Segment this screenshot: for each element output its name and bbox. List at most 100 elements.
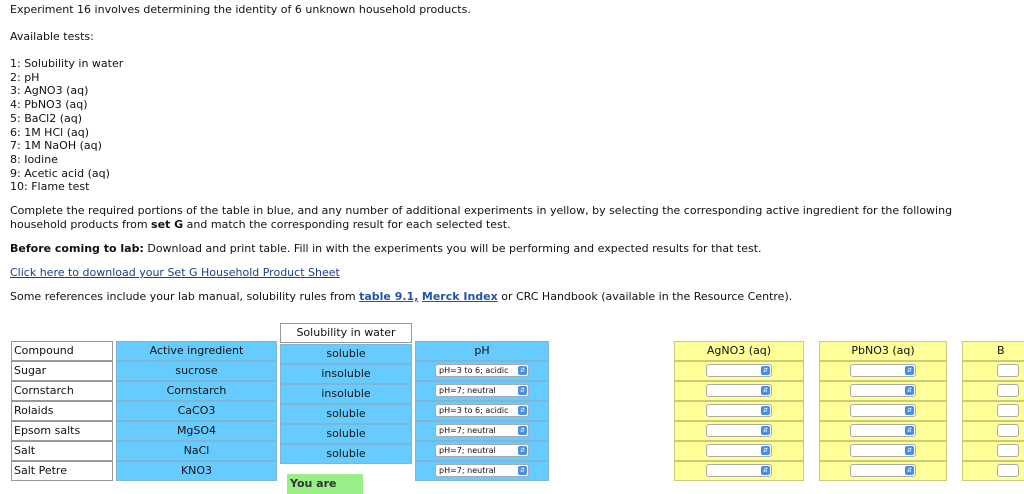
row-0-ph-cell: pH=3 to 6; acidic ⇵: [415, 361, 549, 381]
row-0-pbno3-cell: ⇵: [819, 361, 947, 381]
row-1-compound: Cornstarch: [11, 381, 113, 401]
row-3-ph-cell: pH=7; neutral ⇵: [415, 421, 549, 441]
row-3-compound: Epsom salts: [11, 421, 113, 441]
tests-list: 1: Solubility in water 2: pH 3: AgNO3 (a…: [10, 57, 123, 194]
row-5-compound: Salt Petre: [11, 461, 113, 481]
pbno3-select[interactable]: ⇵: [850, 364, 916, 377]
header-pbno3: PbNO3 (aq): [819, 341, 947, 361]
references-text: Some references include your lab manual,…: [10, 290, 793, 303]
b-select[interactable]: [997, 464, 1019, 477]
row-2-solubility: insoluble: [280, 384, 412, 404]
row-2-compound: Rolaids: [11, 401, 113, 421]
merck-index-link[interactable]: Merck Index: [422, 290, 498, 303]
row-0-active: sucrose: [116, 361, 277, 381]
updown-arrow-icon: ⇵: [761, 386, 770, 395]
agno3-select[interactable]: ⇵: [706, 424, 772, 437]
row-2-pbno3-cell: ⇵: [819, 401, 947, 421]
row-5-active: KNO3: [116, 461, 277, 481]
test-item: 2: pH: [10, 70, 40, 84]
test-item: 8: Iodine: [10, 152, 58, 166]
b-select[interactable]: [997, 384, 1019, 397]
b-select[interactable]: [997, 404, 1019, 417]
updown-arrow-icon: ⇵: [905, 446, 914, 455]
updown-arrow-icon: ⇵: [761, 366, 770, 375]
updown-arrow-icon: ⇵: [518, 426, 527, 435]
header-agno3: AgNO3 (aq): [674, 341, 804, 361]
row-1-active: Cornstarch: [116, 381, 277, 401]
updown-arrow-icon: ⇵: [518, 406, 527, 415]
row-4-pbno3-cell: ⇵: [819, 441, 947, 461]
test-item: 4: PbNO3 (aq): [10, 98, 88, 112]
row-3-active: MgSO4: [116, 421, 277, 441]
row-3-solubility: soluble: [280, 404, 412, 424]
row-2-agno3-cell: ⇵: [674, 401, 804, 421]
row-0-b-cell: [962, 361, 1024, 381]
row-5-ph-cell: pH=7; neutral ⇵: [415, 461, 549, 481]
instructions-text: Complete the required portions of the ta…: [10, 204, 953, 231]
row-5-b-cell: [962, 461, 1024, 481]
test-item: 1: Solubility in water: [10, 57, 124, 70]
test-item: 7: 1M NaOH (aq): [10, 139, 102, 153]
row-3-agno3-cell: ⇵: [674, 421, 804, 441]
header-active-ingredient: Active ingredient: [116, 341, 277, 361]
row-2-b-cell: [962, 401, 1024, 421]
pbno3-select[interactable]: ⇵: [850, 464, 916, 477]
row-1-ph-cell: pH=7; neutral ⇵: [415, 381, 549, 401]
ph-select[interactable]: pH=7; neutral ⇵: [435, 424, 529, 437]
row-0-agno3-cell: ⇵: [674, 361, 804, 381]
updown-arrow-icon: ⇵: [518, 386, 527, 395]
row-1-solubility: insoluble: [280, 364, 412, 384]
updown-arrow-icon: ⇵: [905, 426, 914, 435]
agno3-select[interactable]: ⇵: [706, 444, 772, 457]
test-item: 5: BaCl2 (aq): [10, 111, 83, 125]
row-3-pbno3-cell: ⇵: [819, 421, 947, 441]
row-5-agno3-cell: ⇵: [674, 461, 804, 481]
updown-arrow-icon: ⇵: [761, 446, 770, 455]
row-5-solubility: soluble: [280, 444, 412, 464]
row-1-pbno3-cell: ⇵: [819, 381, 947, 401]
agno3-select[interactable]: ⇵: [706, 364, 772, 377]
download-link-row: Click here to download your Set G Househ…: [10, 266, 340, 279]
header-b-partial: B: [962, 341, 1024, 361]
pbno3-select[interactable]: ⇵: [850, 444, 916, 457]
b-select[interactable]: [997, 424, 1019, 437]
table-9-1-link[interactable]: table 9.1,: [359, 290, 418, 303]
pbno3-select[interactable]: ⇵: [850, 384, 916, 397]
row-3-b-cell: [962, 421, 1024, 441]
ph-select[interactable]: pH=7; neutral ⇵: [435, 444, 529, 457]
ph-select[interactable]: pH=7; neutral ⇵: [435, 464, 529, 477]
row-2-active: CaCO3: [116, 401, 277, 421]
row-1-b-cell: [962, 381, 1024, 401]
ph-select[interactable]: pH=7; neutral ⇵: [435, 384, 529, 397]
header-compound: Compound: [11, 341, 113, 361]
updown-arrow-icon: ⇵: [518, 366, 527, 375]
row-4-compound: Salt: [11, 441, 113, 461]
available-tests-label: Available tests:: [10, 30, 94, 43]
agno3-select[interactable]: ⇵: [706, 404, 772, 417]
row-0-solubility: soluble: [280, 344, 412, 364]
agno3-select[interactable]: ⇵: [706, 464, 772, 477]
updown-arrow-icon: ⇵: [905, 366, 914, 375]
ph-select[interactable]: pH=3 to 6; acidic ⇵: [435, 364, 529, 377]
b-select[interactable]: [997, 444, 1019, 457]
agno3-select[interactable]: ⇵: [706, 384, 772, 397]
header-solubility: Solubility in water: [280, 323, 412, 343]
row-4-agno3-cell: ⇵: [674, 441, 804, 461]
row-1-agno3-cell: ⇵: [674, 381, 804, 401]
set-name: set G: [151, 217, 184, 231]
pbno3-select[interactable]: ⇵: [850, 404, 916, 417]
ph-select[interactable]: pH=3 to 6; acidic ⇵: [435, 404, 529, 417]
test-item: 10: Flame test: [10, 180, 90, 194]
row-4-ph-cell: pH=7; neutral ⇵: [415, 441, 549, 461]
header-ph: pH: [415, 341, 549, 361]
updown-arrow-icon: ⇵: [761, 406, 770, 415]
b-select[interactable]: [997, 364, 1019, 377]
before-lab-text: Before coming to lab: Download and print…: [10, 242, 762, 255]
row-4-solubility: soluble: [280, 424, 412, 444]
result-badge: You are: [287, 474, 363, 494]
updown-arrow-icon: ⇵: [761, 426, 770, 435]
updown-arrow-icon: ⇵: [518, 466, 527, 475]
download-sheet-link[interactable]: Click here to download your Set G Househ…: [10, 266, 340, 279]
pbno3-select[interactable]: ⇵: [850, 424, 916, 437]
test-item: 9: Acetic acid (aq): [10, 166, 110, 180]
